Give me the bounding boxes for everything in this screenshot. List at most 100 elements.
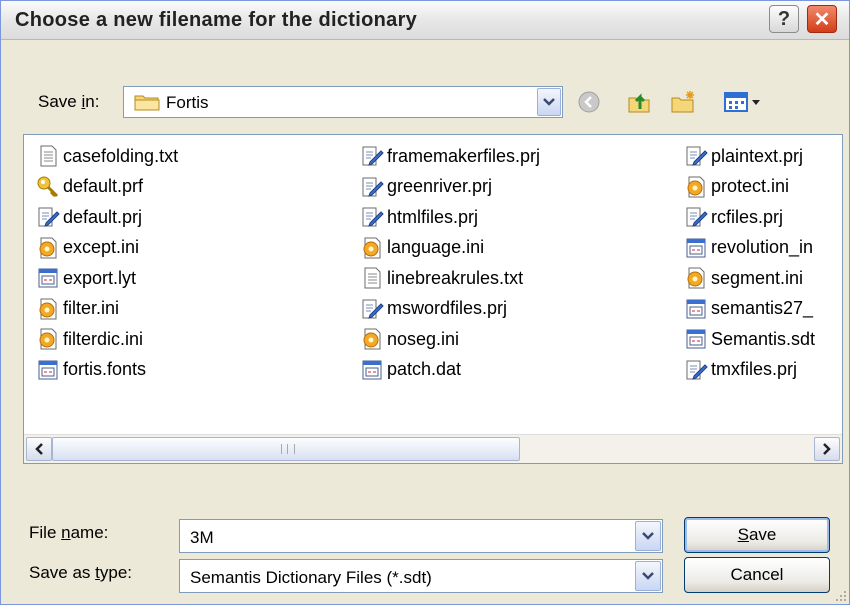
- window-file-icon: [36, 266, 60, 290]
- project-file-icon: [360, 205, 384, 229]
- file-item[interactable]: rcfiles.prj: [684, 202, 783, 232]
- window-file-icon: [684, 327, 708, 351]
- file-name-text: htmlfiles.prj: [387, 206, 479, 227]
- file-name-text: fortis.fonts: [63, 359, 147, 379]
- file-item[interactable]: framemakerfiles.prj: [360, 141, 540, 171]
- project-file-icon: [360, 175, 384, 199]
- save-button[interactable]: Save: [684, 517, 830, 553]
- save-in-label: Save in:: [38, 92, 100, 111]
- file-item[interactable]: linebreakrules.txt: [360, 263, 523, 293]
- file-name-text: noseg.ini: [387, 328, 460, 349]
- window-file-icon: [684, 236, 708, 260]
- scroll-thumb[interactable]: [52, 437, 520, 461]
- config-file-icon: [684, 266, 708, 290]
- file-item[interactable]: semantis27_: [684, 294, 813, 324]
- file-name-text: except.ini: [63, 237, 140, 257]
- file-name-text: filterdic.ini: [63, 328, 144, 349]
- project-file-icon: [684, 144, 708, 168]
- file-name-text: Semantis.sdt: [711, 328, 816, 349]
- config-file-icon: [360, 327, 384, 351]
- file-item[interactable]: default.prj: [36, 202, 142, 232]
- file-item[interactable]: export.lyt: [36, 263, 136, 293]
- file-item[interactable]: segment.ini: [684, 263, 803, 293]
- file-item[interactable]: patch.dat: [360, 355, 461, 385]
- up-folder-button[interactable]: [625, 88, 653, 116]
- save-as-type-value: Semantis Dictionary Files (*.sdt): [190, 568, 432, 587]
- save-in-value: Fortis: [166, 93, 209, 112]
- file-item[interactable]: default.prf: [36, 172, 143, 202]
- close-icon: ✕: [813, 8, 831, 31]
- view-menu-icon: [724, 92, 760, 112]
- horizontal-scrollbar[interactable]: [24, 434, 842, 463]
- file-item[interactable]: plaintext.prj: [684, 141, 803, 171]
- file-name-text: rcfiles.prj: [711, 206, 784, 227]
- project-file-icon: [360, 297, 384, 321]
- file-item[interactable]: Semantis.sdt: [684, 324, 815, 354]
- window-file-icon: [36, 358, 60, 382]
- file-name-text: mswordfiles.prj: [387, 298, 508, 318]
- file-item[interactable]: tmxfiles.prj: [684, 355, 797, 385]
- scroll-right-button[interactable]: [814, 437, 840, 461]
- file-item[interactable]: filter.ini: [36, 294, 119, 324]
- file-item[interactable]: greenriver.prj: [360, 172, 492, 202]
- file-name-field[interactable]: 3M: [179, 519, 663, 553]
- file-name-text: semantis27_: [711, 298, 814, 318]
- scroll-left-button[interactable]: [26, 437, 52, 461]
- chevron-down-icon: [543, 98, 555, 106]
- file-item[interactable]: filterdic.ini: [36, 324, 143, 354]
- file-item[interactable]: revolution_in: [684, 233, 813, 263]
- project-file-icon: [36, 205, 60, 229]
- file-name-text: framemakerfiles.prj: [387, 145, 541, 166]
- window-file-icon: [684, 297, 708, 321]
- view-menu-button[interactable]: [721, 88, 767, 116]
- back-button[interactable]: [575, 88, 603, 116]
- save-in-dropdown-button[interactable]: [537, 88, 561, 116]
- close-button[interactable]: ✕: [807, 5, 837, 33]
- config-file-icon: [36, 327, 60, 351]
- file-name-text: export.lyt: [63, 267, 137, 288]
- file-name-text: greenriver.prj: [387, 176, 493, 196]
- file-name-dropdown-button[interactable]: [635, 521, 661, 551]
- config-file-icon: [360, 236, 384, 260]
- resize-grip-icon[interactable]: [833, 588, 847, 602]
- config-file-icon: [684, 175, 708, 199]
- file-item[interactable]: htmlfiles.prj: [360, 202, 478, 232]
- file-name-text: segment.ini: [711, 267, 804, 288]
- file-name-text: plaintext.prj: [711, 145, 804, 166]
- file-name-text: casefolding.txt: [63, 145, 179, 166]
- file-name-text: revolution_in: [711, 237, 814, 257]
- cancel-button[interactable]: Cancel: [684, 557, 830, 593]
- file-name-text: tmxfiles.prj: [711, 359, 798, 379]
- save-as-type-label: Save as type:: [29, 563, 133, 582]
- file-item[interactable]: casefolding.txt: [36, 141, 178, 171]
- file-name-value: 3M: [190, 528, 214, 547]
- title-bar[interactable]: Choose a new filename for the dictionary…: [1, 1, 849, 40]
- file-item[interactable]: except.ini: [36, 233, 139, 263]
- up-folder-icon: [628, 93, 650, 113]
- text-file-icon: [36, 144, 60, 168]
- save-as-type-select[interactable]: Semantis Dictionary Files (*.sdt): [179, 559, 663, 593]
- project-file-icon: [360, 144, 384, 168]
- scroll-grip: [281, 444, 295, 454]
- project-file-icon: [684, 358, 708, 382]
- save-in-combo[interactable]: Fortis: [123, 86, 563, 118]
- help-button[interactable]: ?: [769, 5, 799, 33]
- file-name-text: default.prf: [63, 176, 144, 196]
- back-arrow-icon: [578, 91, 600, 113]
- config-file-icon: [36, 236, 60, 260]
- new-folder-icon: [671, 91, 694, 113]
- file-list[interactable]: tmxfiles.prj Semantis.sdt semantis27_ segme…: [23, 134, 843, 464]
- file-item[interactable]: noseg.ini: [360, 324, 459, 354]
- text-file-icon: [360, 266, 384, 290]
- save-as-type-dropdown-button[interactable]: [635, 561, 661, 591]
- chevron-right-icon: [823, 443, 831, 455]
- file-name-text: protect.ini: [711, 176, 790, 196]
- file-item[interactable]: language.ini: [360, 233, 484, 263]
- chevron-left-icon: [35, 443, 43, 455]
- file-item[interactable]: mswordfiles.prj: [360, 294, 507, 324]
- file-name-text: filter.ini: [63, 298, 120, 318]
- file-item[interactable]: protect.ini: [684, 172, 789, 202]
- key-icon: [36, 175, 60, 199]
- new-folder-button[interactable]: [669, 88, 697, 116]
- file-item[interactable]: fortis.fonts: [36, 355, 146, 385]
